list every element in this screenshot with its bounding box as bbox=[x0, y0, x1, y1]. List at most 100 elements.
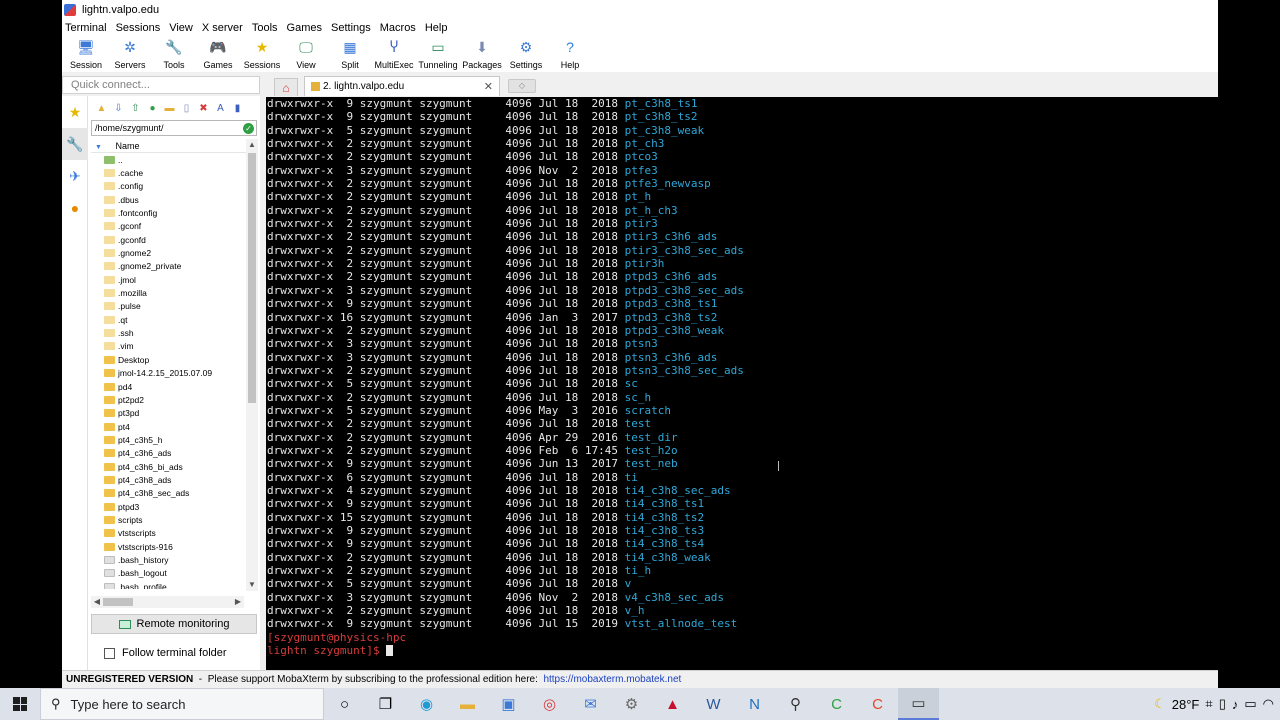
terminal-output[interactable]: drwxrwxr-x 9 szygmunt szygmunt 4096 Jul … bbox=[266, 97, 1218, 670]
toolbar-packages-button[interactable]: ⬇ Packages bbox=[460, 36, 504, 72]
file-list-item[interactable]: .gconf bbox=[91, 220, 246, 233]
macros-strip-icon[interactable]: ● bbox=[62, 192, 88, 224]
follow-terminal-folder-toggle[interactable]: Follow terminal folder bbox=[104, 646, 227, 660]
file-list-item[interactable]: .jmol bbox=[91, 273, 246, 286]
task-view-icon[interactable]: ❐ bbox=[365, 688, 406, 720]
file-list-item[interactable]: jmol-14.2.15_2015.07.09 bbox=[91, 367, 246, 380]
file-list-item[interactable]: .fontconfig bbox=[91, 206, 246, 219]
parent-folder-icon[interactable]: ▲ bbox=[94, 102, 109, 116]
toolbar-tunneling-button[interactable]: ▭ Tunneling bbox=[416, 36, 460, 72]
menu-x-server[interactable]: X server bbox=[199, 22, 249, 34]
new-folder-icon[interactable]: ▬ bbox=[162, 102, 177, 116]
follow-terminal-folder-checkbox[interactable] bbox=[104, 647, 115, 659]
refresh-icon[interactable]: ● bbox=[145, 102, 160, 116]
vertical-scroll-thumb[interactable] bbox=[248, 153, 256, 403]
file-list-item[interactable]: Desktop bbox=[91, 353, 246, 366]
wifi-icon[interactable]: ◠ bbox=[1263, 696, 1274, 712]
new-tab-button[interactable]: ◇ bbox=[508, 79, 536, 93]
quick-connect-input[interactable]: Quick connect... bbox=[62, 76, 260, 94]
file-list-item[interactable]: pd4 bbox=[91, 380, 246, 393]
file-list-item[interactable]: .config bbox=[91, 180, 246, 193]
toolbar-sessions-button[interactable]: ★ Sessions bbox=[240, 36, 284, 72]
file-list-item[interactable]: pt4_c3h6_ads bbox=[91, 447, 246, 460]
file-list-item[interactable]: scripts bbox=[91, 513, 246, 526]
remote-monitoring-button[interactable]: Remote monitoring bbox=[91, 614, 257, 634]
file-list-item[interactable]: .cache bbox=[91, 166, 246, 179]
microsoft-store-icon[interactable]: ▣ bbox=[488, 688, 529, 720]
taskbar-search-box[interactable]: ⚲ Type here to search bbox=[40, 688, 324, 720]
tab-session[interactable]: 2. lightn.valpo.edu ✕ bbox=[304, 76, 500, 96]
toolbar-tools-button[interactable]: 🔧 Tools bbox=[152, 36, 196, 72]
file-list-item[interactable]: .pulse bbox=[91, 300, 246, 313]
menu-help[interactable]: Help bbox=[422, 22, 454, 34]
file-list-horizontal-scrollbar[interactable]: ◀ ▶ bbox=[91, 596, 244, 608]
toolbar-view-button[interactable]: 🖵 View bbox=[284, 36, 328, 72]
acrobat-icon[interactable]: ▲ bbox=[652, 688, 693, 720]
file-list-item[interactable]: ptpd3 bbox=[91, 500, 246, 513]
file-list-item[interactable]: .bash_history bbox=[91, 553, 246, 566]
horizontal-scroll-thumb[interactable] bbox=[103, 598, 133, 606]
scroll-right-icon[interactable]: ▶ bbox=[232, 596, 244, 608]
file-list-item[interactable]: .mozilla bbox=[91, 286, 246, 299]
menu-tools[interactable]: Tools bbox=[249, 22, 284, 34]
file-list-header[interactable]: ▼ Name bbox=[91, 139, 246, 153]
new-file-icon[interactable]: ▯ bbox=[179, 102, 194, 116]
delete-icon[interactable]: ✖ bbox=[196, 102, 211, 116]
file-list-item[interactable]: .vim bbox=[91, 340, 246, 353]
file-list-item[interactable]: pt2pd2 bbox=[91, 393, 246, 406]
subscribe-link[interactable]: https://mobaxterm.mobatek.net bbox=[543, 674, 681, 685]
speaker-icon[interactable]: ♪ bbox=[1232, 697, 1239, 712]
weather-moon-icon[interactable]: ☾ bbox=[1154, 696, 1166, 712]
menu-terminal[interactable]: Terminal bbox=[62, 22, 113, 34]
menu-games[interactable]: Games bbox=[284, 22, 328, 34]
file-list-item[interactable]: .gconfd bbox=[91, 233, 246, 246]
file-list-item[interactable]: .. bbox=[91, 153, 246, 166]
scroll-left-icon[interactable]: ◀ bbox=[91, 596, 103, 608]
file-list-item[interactable]: pt3pd bbox=[91, 407, 246, 420]
camtasia-green-icon[interactable]: C bbox=[816, 688, 857, 720]
menu-macros[interactable]: Macros bbox=[377, 22, 422, 34]
file-list-item[interactable]: pt4_c3h6_bi_ads bbox=[91, 460, 246, 473]
file-list-item[interactable]: .gnome2 bbox=[91, 246, 246, 259]
start-button[interactable] bbox=[0, 688, 40, 720]
upload-icon[interactable]: ⇧ bbox=[128, 102, 143, 116]
magnifier-icon[interactable]: ⚲ bbox=[775, 688, 816, 720]
scroll-up-icon[interactable]: ▲ bbox=[246, 139, 258, 151]
toolbar-games-button[interactable]: 🎮 Games bbox=[196, 36, 240, 72]
toolbar-servers-button[interactable]: ✲ Servers bbox=[108, 36, 152, 72]
menu-view[interactable]: View bbox=[166, 22, 199, 34]
file-explorer-icon[interactable]: ▬ bbox=[447, 688, 488, 720]
edge-browser-icon[interactable]: ◉ bbox=[406, 688, 447, 720]
chrome-icon[interactable]: ◎ bbox=[529, 688, 570, 720]
sessions-star-icon[interactable]: ★ bbox=[62, 96, 88, 128]
temperature-label[interactable]: 28°F bbox=[1172, 697, 1200, 712]
camtasia-red-icon[interactable]: C bbox=[857, 688, 898, 720]
menu-sessions[interactable]: Sessions bbox=[113, 22, 167, 34]
file-list-vertical-scrollbar[interactable]: ▲ ▼ bbox=[246, 139, 258, 591]
file-list-item[interactable]: pt4_c3h5_h bbox=[91, 433, 246, 446]
nx-icon[interactable]: N bbox=[734, 688, 775, 720]
toolbar-session-button[interactable]: 🖥 Session bbox=[64, 36, 108, 72]
file-list-item[interactable]: .gnome2_private bbox=[91, 260, 246, 273]
battery-icon[interactable]: ▭ bbox=[1244, 696, 1256, 712]
toolbar-help-button[interactable]: ? Help bbox=[548, 36, 592, 72]
cortana-icon[interactable]: ○ bbox=[324, 688, 365, 720]
file-list-item[interactable]: .bash_profile bbox=[91, 580, 246, 589]
properties-icon[interactable]: ▮ bbox=[230, 102, 245, 116]
file-list-item[interactable]: pt4_c3h8_sec_ads bbox=[91, 487, 246, 500]
toolbar-settings-button[interactable]: ⚙ Settings bbox=[504, 36, 548, 72]
file-list-item[interactable]: .dbus bbox=[91, 193, 246, 206]
file-list-item[interactable]: .qt bbox=[91, 313, 246, 326]
mobaxterm-taskbar-icon[interactable]: ▭ bbox=[898, 688, 939, 720]
network-icon[interactable]: ⌗ bbox=[1205, 696, 1212, 712]
sftp-strip-icon[interactable]: ✈ bbox=[62, 160, 88, 192]
toolbar-multiexec-button[interactable]: Ⴤ MultiExec bbox=[372, 36, 416, 72]
file-list-item[interactable]: pt4 bbox=[91, 420, 246, 433]
file-list-item[interactable]: vtstscripts bbox=[91, 527, 246, 540]
file-list-item[interactable]: .bash_logout bbox=[91, 567, 246, 580]
scroll-down-icon[interactable]: ▼ bbox=[246, 579, 258, 591]
menu-settings[interactable]: Settings bbox=[328, 22, 377, 34]
mouse-icon[interactable]: ▯ bbox=[1219, 696, 1226, 712]
word-icon[interactable]: W bbox=[693, 688, 734, 720]
path-field[interactable]: /home/szygmunt/ ✓ bbox=[91, 120, 257, 136]
